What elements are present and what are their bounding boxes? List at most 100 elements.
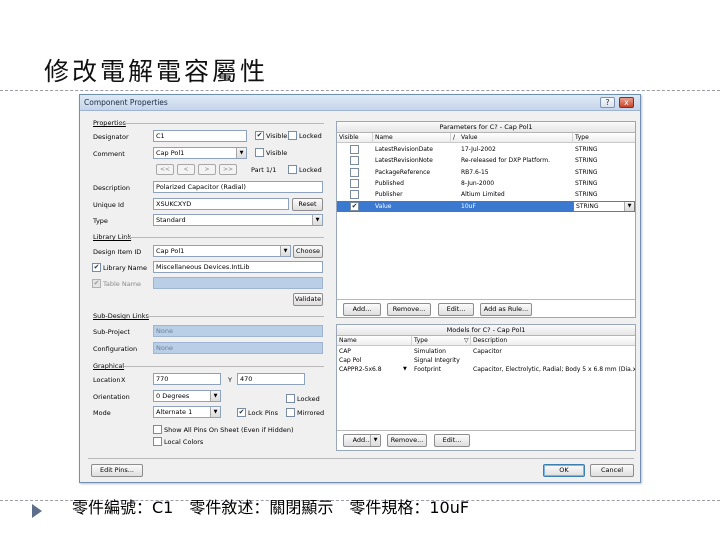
parameter-visible-checkbox[interactable] (350, 167, 359, 177)
model-row[interactable]: Cap Pol Signal Integrity (337, 356, 635, 365)
chevron-down-icon[interactable]: ▼ (403, 365, 407, 374)
parameter-row[interactable]: PackageReference RB7.6-15 STRING (337, 167, 635, 178)
validate-button[interactable]: Validate (293, 293, 323, 306)
location-x-label: X (121, 376, 126, 384)
parameter-visible-checkbox[interactable] (350, 201, 359, 211)
parameter-visible-checkbox[interactable] (350, 178, 359, 188)
model-column-type[interactable]: Type (412, 336, 462, 346)
mode-value: Alternate 1 (156, 408, 193, 416)
mirrored-label: Mirrored (297, 409, 325, 417)
type-combo[interactable]: Standard ▼ (153, 214, 323, 226)
dialog-titlebar: Component Properties ? x (80, 95, 640, 111)
parameter-type: STRING (575, 168, 598, 176)
comment-visible-checkbox[interactable] (255, 148, 264, 157)
parameters-header: Parameters for C? - Cap Pol1 (337, 122, 635, 133)
model-description: Capacitor (473, 348, 502, 355)
parameter-visible-checkbox[interactable] (350, 190, 359, 200)
help-button[interactable]: ? (600, 97, 615, 108)
parameter-visible-checkbox[interactable] (350, 156, 359, 166)
parameter-value: Re-released for DXP Platform. (461, 157, 550, 165)
reset-button[interactable]: Reset (292, 198, 323, 211)
parameter-type-combo[interactable]: STRING ▼ (573, 200, 635, 212)
bullet-arrow-icon (32, 504, 42, 518)
parameter-name: Published (375, 179, 404, 187)
column-name[interactable]: Name (373, 133, 451, 143)
parameter-row[interactable]: Published 8-Jun-2000 STRING (337, 178, 635, 189)
library-name-field[interactable]: Miscellaneous Devices.IntLib (153, 261, 323, 273)
show-all-pins-label: Show All Pins On Sheet (Even if Hidden) (164, 426, 294, 434)
close-button[interactable]: x (619, 97, 634, 108)
graphical-locked-label: Locked (297, 395, 320, 403)
ok-button[interactable]: OK (543, 464, 585, 477)
dialog-title: Component Properties (84, 98, 168, 107)
designator-visible-checkbox[interactable] (255, 131, 264, 140)
previous-part-button[interactable]: < (177, 164, 195, 175)
models-header: Models for C? - Cap Pol1 (337, 325, 635, 336)
parameter-row[interactable]: Publisher Altium Limited STRING (337, 189, 635, 200)
parameter-row[interactable]: LatestRevisionDate 17-Jul-2002 STRING (337, 144, 635, 155)
model-row[interactable]: CAPPR2-5x6.8 Footprint Capacitor, Electrol… (337, 365, 635, 374)
chevron-down-icon[interactable]: ▼ (210, 407, 220, 417)
library-name-checkbox[interactable] (92, 263, 101, 272)
location-x-field[interactable]: 770 (153, 373, 221, 385)
parameter-edit-button[interactable]: Edit... (438, 303, 474, 316)
model-row[interactable]: CAP Simulation Capacitor (337, 347, 635, 356)
parameter-visible-checkbox[interactable] (350, 145, 359, 154)
comment-combo[interactable]: Cap Pol1 ▼ (153, 147, 247, 159)
mirrored-checkbox[interactable] (286, 408, 295, 417)
orientation-combo[interactable]: 0 Degrees ▼ (153, 390, 221, 402)
column-value[interactable]: Value (459, 133, 573, 143)
unique-id-field[interactable]: XSUKCXYD (153, 198, 289, 210)
model-name: CAPPR2-5x6.8 (339, 366, 382, 373)
sub-project-label: Sub-Project (93, 328, 130, 336)
mode-label: Mode (93, 409, 111, 417)
model-name: Cap Pol (339, 357, 362, 364)
chevron-down-icon[interactable]: ▼ (236, 148, 246, 158)
cancel-button[interactable]: Cancel (590, 464, 634, 477)
mode-combo[interactable]: Alternate 1 ▼ (153, 406, 221, 418)
column-visible[interactable]: Visible (337, 133, 373, 143)
choose-button[interactable]: Choose (293, 245, 323, 258)
designator-locked-checkbox[interactable] (288, 131, 297, 140)
local-colors-checkbox[interactable] (153, 437, 162, 446)
design-item-id-combo[interactable]: Cap Pol1 ▼ (153, 245, 291, 257)
parameter-add-as-rule-button[interactable]: Add as Rule... (480, 303, 532, 316)
chevron-down-icon[interactable]: ▼ (624, 201, 634, 211)
model-column-description[interactable]: Description (471, 336, 635, 346)
location-y-field[interactable]: 470 (237, 373, 305, 385)
parameter-value: 8-Jun-2000 (461, 179, 495, 187)
graphical-separator (124, 366, 324, 367)
model-type: Footprint (414, 366, 442, 373)
parameter-row[interactable]: LatestRevisionNote Re-released for DXP Pl… (337, 155, 635, 166)
last-part-button[interactable]: >> (219, 164, 237, 175)
lock-pins-checkbox[interactable] (237, 408, 246, 417)
type-value: Standard (156, 216, 186, 224)
part-locked-checkbox[interactable] (288, 165, 297, 174)
designator-locked-label: Locked (299, 132, 322, 140)
next-part-button[interactable]: > (198, 164, 216, 175)
parameter-name: Publisher (375, 191, 403, 199)
chevron-down-icon[interactable]: ▼ (210, 391, 220, 401)
model-add-label: Add... (352, 436, 372, 444)
chevron-down-icon[interactable]: ▼ (280, 246, 290, 256)
model-remove-button[interactable]: Remove... (387, 434, 427, 447)
model-column-name[interactable]: Name (337, 336, 412, 346)
model-add-button[interactable]: Add... ▼ (343, 434, 381, 447)
parameter-add-button[interactable]: Add... (343, 303, 381, 316)
edit-pins-button[interactable]: Edit Pins... (91, 464, 143, 477)
chevron-down-icon[interactable]: ▼ (312, 215, 322, 225)
graphical-locked-checkbox[interactable] (286, 394, 295, 403)
designator-field[interactable]: C1 (153, 130, 247, 142)
table-name-checkbox (92, 279, 101, 288)
show-all-pins-checkbox[interactable] (153, 425, 162, 434)
parameter-type: STRING (575, 191, 598, 199)
chevron-down-icon[interactable]: ▼ (370, 435, 380, 446)
parameter-value: Altium Limited (461, 191, 505, 199)
parameter-row[interactable]: Value 10uF STRING ▼ (337, 200, 635, 212)
model-edit-button[interactable]: Edit... (434, 434, 470, 447)
title-divider (0, 90, 720, 91)
parameter-remove-button[interactable]: Remove... (387, 303, 431, 316)
first-part-button[interactable]: << (156, 164, 174, 175)
description-field[interactable]: Polarized Capacitor (Radial) (153, 181, 323, 193)
column-type[interactable]: Type (573, 133, 635, 143)
